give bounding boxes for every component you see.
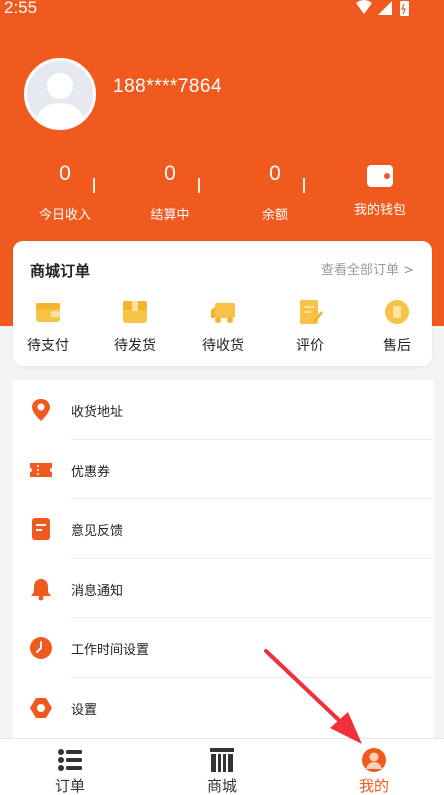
stat-value: 0 (164, 162, 176, 185)
order-pending-shipment[interactable]: 待发货 (105, 299, 165, 355)
feedback-icon (32, 518, 50, 540)
store-icon (210, 748, 234, 772)
stat-settling[interactable]: 0 结算中 (125, 162, 215, 223)
order-label: 待收货 (202, 338, 244, 354)
stat-balance[interactable]: 0 余额 (230, 162, 320, 223)
truck-icon (211, 303, 235, 323)
profile-icon (362, 748, 386, 772)
status-icons (356, 0, 409, 16)
menu-item-feedback[interactable]: 意见反馈 (13, 499, 434, 559)
order-pending-receipt[interactable]: 待收货 (193, 299, 253, 355)
stat-value: 0 (269, 162, 281, 185)
tab-mine[interactable]: 我的 (324, 739, 424, 795)
divider (303, 178, 305, 193)
tab-mall[interactable]: 商城 (172, 739, 272, 795)
wifi-icon (356, 0, 372, 14)
wallet-icon (36, 303, 60, 322)
stat-label: 余额 (261, 208, 288, 223)
menu-item-address[interactable]: 收货地址 (13, 380, 434, 440)
order-review[interactable]: 评价 (280, 299, 340, 355)
order-after-sales[interactable]: 售后 (367, 299, 427, 355)
phone-number: 188****7864 (113, 76, 223, 97)
coupon-icon (30, 462, 52, 477)
review-icon (300, 300, 323, 324)
stat-value: 0 (59, 162, 71, 185)
divider (198, 178, 200, 193)
signal-icon (378, 1, 392, 15)
settings-icon (30, 697, 52, 718)
menu-item-settings[interactable]: 设置 (13, 678, 434, 738)
stat-label: 结算中 (150, 208, 190, 223)
menu-item-work-hours[interactable]: 工作时间设置 (13, 618, 434, 678)
order-label: 待发货 (114, 338, 156, 354)
location-icon (32, 399, 50, 421)
menu-label: 优惠券 (71, 464, 111, 480)
stat-label: 今日收入 (38, 208, 91, 223)
user-silhouette-icon (35, 73, 85, 127)
coin-icon (385, 300, 409, 324)
tab-orders[interactable]: 订单 (20, 739, 120, 795)
my-wallet-button[interactable]: 我的钱包 (340, 162, 420, 218)
status-time: 2:55 (4, 0, 38, 17)
menu-item-notifications[interactable]: 消息通知 (13, 559, 434, 618)
menu-label: 消息通知 (71, 583, 124, 599)
mall-orders-card: 商城订单 查看全部订单 > 待支付 待发货 待收货 评价 售后 (13, 241, 432, 366)
stat-today-income[interactable]: 0 今日收入 (20, 162, 110, 223)
tab-label: 商城 (206, 777, 237, 795)
menu-label: 工作时间设置 (71, 643, 150, 658)
view-all-orders-link[interactable]: 查看全部订单 > (321, 259, 414, 278)
avatar[interactable] (24, 58, 96, 130)
wallet-icon (367, 165, 393, 187)
wallet-label: 我的钱包 (353, 203, 406, 218)
order-pending-payment[interactable]: 待支付 (18, 299, 78, 355)
order-label: 售后 (383, 338, 411, 354)
tab-label: 我的 (358, 777, 389, 795)
menu-label: 收货地址 (71, 405, 124, 420)
order-label: 评价 (296, 338, 324, 354)
box-icon (123, 301, 147, 323)
status-bar: 2:55 (0, 0, 444, 22)
menu-item-coupons[interactable]: 优惠券 (13, 440, 434, 499)
menu-label: 设置 (71, 702, 98, 718)
menu-label: 意见反馈 (71, 524, 124, 539)
order-label: 待支付 (27, 338, 69, 354)
divider (93, 178, 95, 193)
bell-icon (31, 578, 51, 600)
tab-label: 订单 (54, 777, 85, 795)
orders-title: 商城订单 (30, 262, 91, 280)
menu-list: 收货地址 优惠券 意见反馈 消息通知 工作时间设置 设置 (13, 380, 434, 740)
clock-icon (30, 637, 52, 659)
bottom-tab-bar: 订单 商城 我的 (0, 738, 444, 795)
list-icon (58, 749, 82, 771)
